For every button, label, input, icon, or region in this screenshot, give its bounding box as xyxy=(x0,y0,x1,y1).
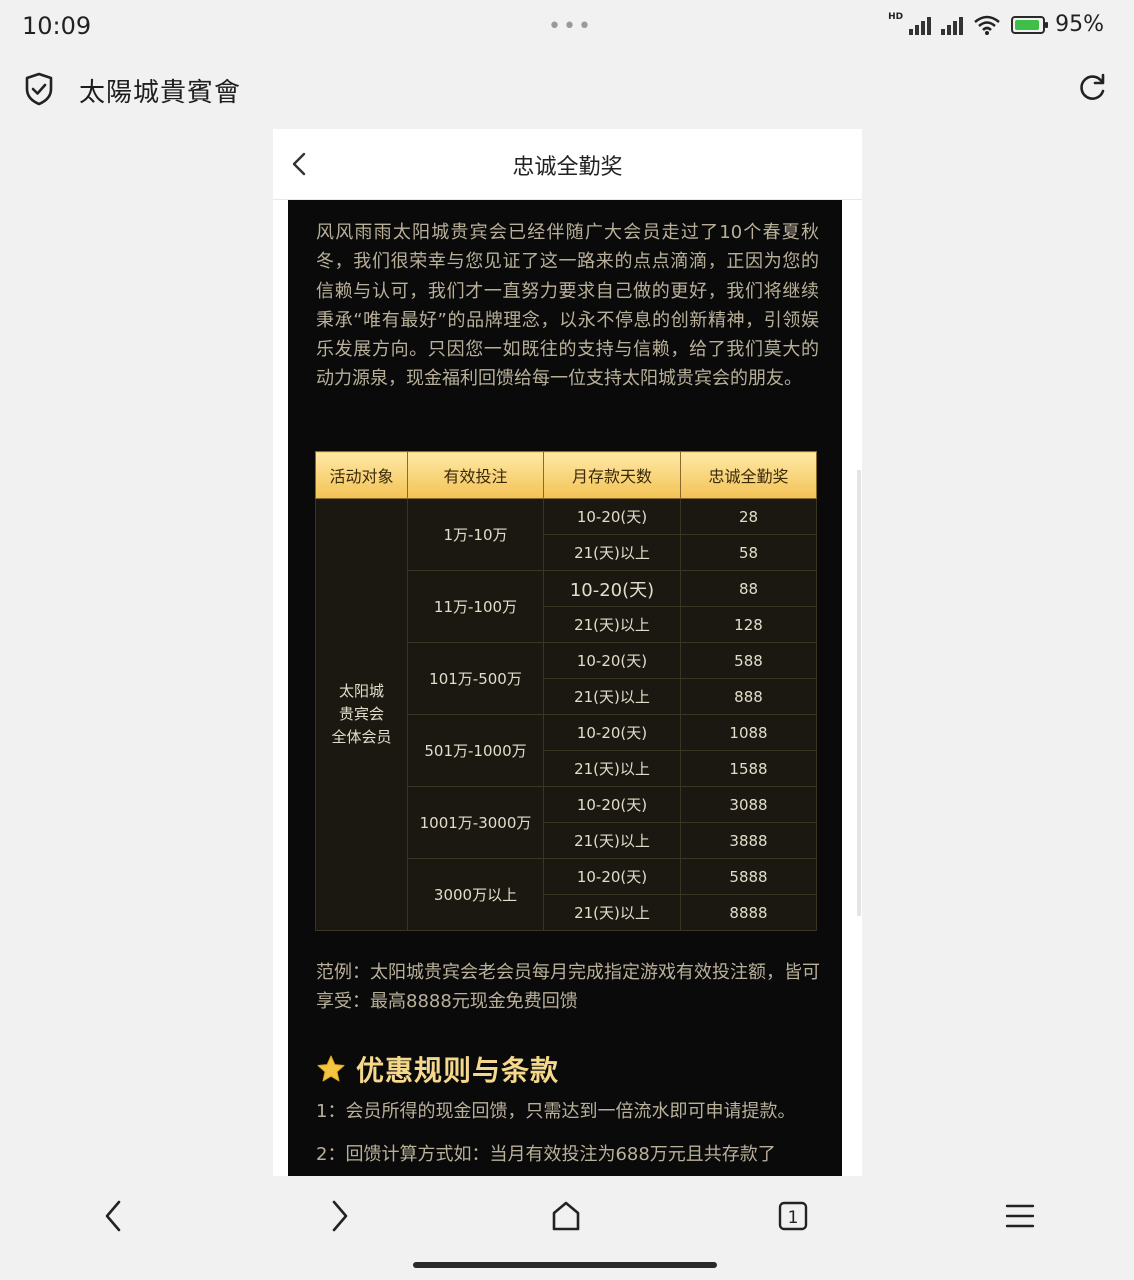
tab-count: 1 xyxy=(788,1208,799,1228)
reward-cell: 58 xyxy=(680,534,817,571)
reward-cell: 128 xyxy=(680,606,817,643)
reward-table: 活动对象 有效投注 月存款天数 忠诚全勤奖 太阳城 贵宾会 全体会员 1万-10… xyxy=(315,451,817,931)
forward-button[interactable] xyxy=(320,1196,360,1236)
signal-icon-1 xyxy=(909,15,932,35)
header-days: 月存款天数 xyxy=(543,451,681,499)
reward-cell: 88 xyxy=(680,570,817,607)
table-row: 太阳城 贵宾会 全体会员 1万-10万 10-20(天) 28 xyxy=(315,498,817,931)
menu-icon xyxy=(1005,1204,1035,1228)
days-cell: 21(天)以上 xyxy=(543,750,681,787)
promo-content: 风风雨雨太阳城贵宾会已经伴随广大会员走过了10个春夏秋冬，我们很荣幸与您见证了这… xyxy=(288,200,842,1176)
bet-cell: 11万-100万 xyxy=(407,570,544,643)
status-time: 10:09 xyxy=(22,12,92,40)
days-cell: 10-20(天) xyxy=(543,570,681,607)
page-title: 忠诚全勤奖 xyxy=(512,155,623,180)
reward-cell: 3888 xyxy=(680,822,817,859)
table-header-row: 活动对象 有效投注 月存款天数 忠诚全勤奖 xyxy=(315,451,817,499)
header-reward: 忠诚全勤奖 xyxy=(680,451,817,499)
days-cell: 21(天)以上 xyxy=(543,534,681,571)
reward-cell: 3088 xyxy=(680,786,817,823)
home-button[interactable] xyxy=(546,1196,586,1236)
intro-paragraph: 风风雨雨太阳城贵宾会已经伴随广大会员走过了10个春夏秋冬，我们很荣幸与您见证了这… xyxy=(316,222,819,390)
reload-icon[interactable] xyxy=(1076,72,1108,104)
days-cell: 10-20(天) xyxy=(543,498,681,535)
gesture-bar[interactable] xyxy=(413,1262,717,1268)
back-button[interactable] xyxy=(93,1196,133,1236)
scrollbar[interactable] xyxy=(857,470,861,916)
reward-cell: 1088 xyxy=(680,714,817,751)
bet-cell: 1万-10万 xyxy=(407,498,544,571)
days-cell: 10-20(天) xyxy=(543,714,681,751)
more-dots-icon: ••• xyxy=(548,14,593,39)
header-target: 活动对象 xyxy=(315,451,408,499)
menu-button[interactable] xyxy=(1000,1196,1040,1236)
star-icon xyxy=(317,1055,345,1082)
browser-header: 太陽城貴賓會 xyxy=(0,58,1134,122)
reward-cell: 28 xyxy=(680,498,817,535)
tabs-icon: 1 xyxy=(778,1201,808,1231)
bet-cell: 501万-1000万 xyxy=(407,714,544,787)
reward-cell: 1588 xyxy=(680,750,817,787)
bet-cell: 101万-500万 xyxy=(407,642,544,715)
home-icon xyxy=(552,1201,580,1231)
rule-item: 1：会员所得的现金回馈，只需达到一倍流水即可申请提款。 xyxy=(316,1101,796,1122)
days-cell: 21(天)以上 xyxy=(543,606,681,643)
wifi-icon xyxy=(974,15,1000,35)
reward-cell: 588 xyxy=(680,642,817,679)
web-page: 忠诚全勤奖 风风雨雨太阳城贵宾会已经伴随广大会员走过了10个春夏秋冬，我们很荣幸… xyxy=(273,129,862,1176)
target-cell: 太阳城 贵宾会 全体会员 xyxy=(315,498,408,931)
days-cell: 10-20(天) xyxy=(543,786,681,823)
days-cell: 21(天)以上 xyxy=(543,678,681,715)
rules-heading: 优惠规则与条款 xyxy=(316,1049,559,1089)
reward-cell: 888 xyxy=(680,678,817,715)
rule-item: 2：回馈计算方式如：当月有效投注为688万元且共存款了 xyxy=(316,1144,776,1165)
battery-percent: 95% xyxy=(1055,12,1104,37)
bet-cell: 3000万以上 xyxy=(407,858,544,931)
status-icons: HD 95% xyxy=(888,11,1104,38)
days-cell: 21(天)以上 xyxy=(543,894,681,931)
page-nav-bar: 忠诚全勤奖 xyxy=(273,129,862,200)
battery-icon xyxy=(1011,15,1049,34)
tabs-button[interactable]: 1 xyxy=(773,1196,813,1236)
status-bar: 10:09 ••• HD 95% xyxy=(0,0,1134,56)
reward-cell: 8888 xyxy=(680,894,817,931)
signal-icon-2 xyxy=(941,15,964,35)
rules-title: 优惠规则与条款 xyxy=(356,1054,560,1087)
site-title: 太陽城貴賓會 xyxy=(79,78,242,108)
back-icon xyxy=(105,1200,121,1232)
example-paragraph: 范例：太阳城贵宾会老会员每月完成指定游戏有效投注额，皆可享受：最高8888元现金… xyxy=(316,962,820,1012)
bet-cell: 1001万-3000万 xyxy=(407,786,544,859)
forward-icon xyxy=(332,1200,348,1232)
shield-check-icon[interactable] xyxy=(24,72,54,106)
days-cell: 10-20(天) xyxy=(543,858,681,895)
hd-badge: HD xyxy=(888,11,904,22)
days-cell: 10-20(天) xyxy=(543,642,681,679)
reward-cell: 5888 xyxy=(680,858,817,895)
days-cell: 21(天)以上 xyxy=(543,822,681,859)
header-bet: 有效投注 xyxy=(407,451,544,499)
